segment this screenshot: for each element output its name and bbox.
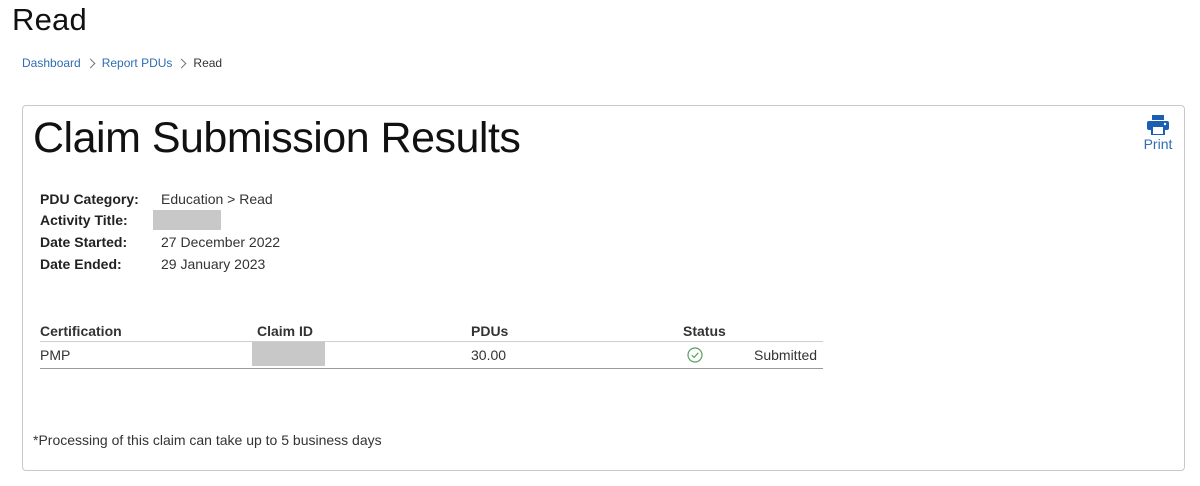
detail-row-activity: Activity Title: — [40, 210, 280, 232]
detail-row-ended: Date Ended: 29 January 2023 — [40, 253, 280, 275]
card-title: Claim Submission Results — [33, 114, 521, 162]
column-header: Certification — [40, 323, 122, 339]
chevron-right-icon — [85, 58, 96, 68]
breadcrumb-current: Read — [193, 56, 223, 70]
detail-value: 29 January 2023 — [161, 255, 266, 272]
certification-cell: PMP — [40, 347, 71, 363]
redacted-claim-id — [252, 341, 325, 366]
pdus-cell: 30.00 — [471, 347, 507, 363]
redacted-activity-title — [153, 210, 221, 231]
breadcrumb-dashboard-link[interactable]: Dashboard — [22, 56, 81, 70]
page-title: Read — [12, 2, 87, 37]
claim-id-cell — [252, 341, 471, 369]
breadcrumb: Dashboard Report PDUs Read — [22, 56, 222, 70]
processing-footnote: *Processing of this claim can take up to… — [33, 432, 382, 448]
column-header: PDUs — [471, 323, 509, 339]
detail-row-started: Date Started: 27 December 2022 — [40, 231, 280, 253]
detail-label: PDU Category: — [40, 190, 139, 207]
results-table: Certification Claim ID PDUs Status PMP 3… — [40, 321, 823, 369]
printer-icon — [1147, 115, 1169, 135]
detail-value: 27 December 2022 — [161, 233, 281, 250]
check-circle-icon — [687, 347, 703, 363]
claim-results-card: Claim Submission Results Print PDU Categ… — [22, 105, 1185, 471]
claim-details: PDU Category: Education > Read Activity … — [40, 188, 280, 274]
print-button[interactable]: Print — [1140, 115, 1176, 152]
chevron-right-icon — [176, 58, 187, 68]
detail-label: Date Started: — [40, 233, 128, 250]
detail-value: Education > Read — [161, 190, 273, 207]
column-header: Claim ID — [257, 323, 314, 339]
breadcrumb-report-pdus-link[interactable]: Report PDUs — [102, 56, 173, 70]
table-row: PMP 30.00 Submitted — [40, 341, 823, 369]
print-label: Print — [1143, 136, 1173, 152]
status-text: Submitted — [754, 347, 818, 363]
detail-label: Activity Title: — [40, 212, 128, 229]
detail-row-category: PDU Category: Education > Read — [40, 188, 280, 210]
table-header: Certification Claim ID PDUs Status — [40, 321, 823, 342]
column-header: Status — [683, 323, 726, 339]
detail-label: Date Ended: — [40, 255, 122, 272]
status-cell: Submitted — [683, 347, 823, 363]
